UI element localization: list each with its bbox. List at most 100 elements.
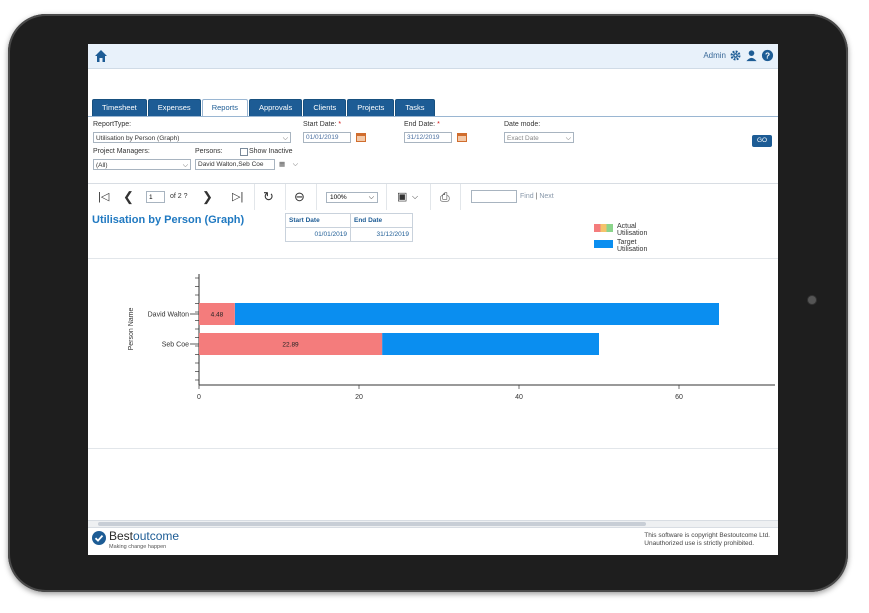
legend-swatch-actual — [594, 224, 613, 232]
page-number-input[interactable]: 1 — [146, 191, 165, 203]
tab-reports[interactable]: Reports — [201, 99, 248, 116]
home-icon[interactable] — [94, 49, 108, 63]
start-date-header: Start Date — [285, 213, 351, 228]
report-type-select[interactable]: Utilisation by Person (Graph) ⌵ — [93, 132, 291, 143]
start-date-label: Start Date: * — [303, 121, 342, 128]
find-controls: Find | Next — [520, 193, 554, 200]
persons-input[interactable]: David Walton,Seb Coe — [195, 159, 275, 170]
end-date-label: End Date: * — [404, 121, 440, 128]
end-date-input[interactable]: 31/12/2019 — [404, 132, 452, 143]
checkmark-logo-icon — [92, 531, 106, 545]
tab-expenses[interactable]: Expenses — [147, 99, 201, 116]
date-mode-value: Exact Date — [507, 135, 539, 142]
x-tick-label: 60 — [675, 394, 683, 401]
toolbar-divider — [430, 184, 431, 210]
main-tabs: Timesheet Expenses Reports Approvals Cli… — [92, 99, 435, 117]
chevron-down-icon[interactable]: ⌵ — [412, 184, 418, 210]
scrollbar-thumb[interactable] — [98, 522, 646, 526]
help-icon[interactable]: ? — [761, 49, 774, 62]
go-button[interactable]: GO — [752, 135, 772, 147]
toolbar-divider — [460, 184, 461, 210]
first-page-icon[interactable]: |◁ — [98, 184, 109, 210]
end-date-value: 31/12/2019 — [350, 227, 413, 242]
report-body: Utilisation by Person (Graph) Start Date… — [88, 210, 778, 520]
chevron-down-icon: ⌵ — [565, 135, 571, 142]
date-mode-label: Date mode: — [504, 121, 541, 128]
copyright-notice: This software is copyright Bestoutcome L… — [644, 532, 770, 547]
toolbar-divider — [254, 184, 255, 210]
report-filter-form: ReportType: Utilisation by Person (Graph… — [88, 117, 778, 183]
find-input[interactable] — [471, 190, 517, 203]
persons-picker[interactable]: ▦ ⌵ — [277, 159, 300, 170]
tab-clients[interactable]: Clients — [303, 99, 347, 116]
x-tick-label: 40 — [515, 394, 523, 401]
bar-data-label: 22.89 — [282, 342, 299, 349]
chart-bottom-divider — [88, 448, 778, 449]
print-icon[interactable]: ⎙ — [440, 184, 450, 210]
zoom-value: 100% — [330, 194, 347, 201]
page-count: of 2 ? — [170, 193, 188, 200]
back-icon[interactable]: ⊖ — [294, 184, 305, 210]
legend-label: Actual Utilisation — [617, 223, 648, 237]
show-inactive-checkbox[interactable] — [240, 148, 248, 156]
target-utilisation-bar — [382, 333, 599, 355]
footer: Bestoutcome Making change happen This so… — [88, 527, 778, 555]
tablet-camera — [808, 296, 816, 304]
chevron-down-icon: ⌵ — [368, 194, 374, 201]
report-type-label: ReportType: — [93, 121, 132, 128]
app-screen: Admin ? Timesheet Expenses Reports Appro… — [88, 44, 778, 555]
last-page-icon[interactable]: ▷| — [232, 184, 243, 210]
brand-tagline: Making change happen — [109, 544, 167, 550]
refresh-icon[interactable]: ↻ — [263, 184, 274, 210]
legend-swatch-target — [594, 240, 613, 248]
category-label: David Walton — [148, 312, 189, 319]
start-date-value: 01/01/2019 — [285, 227, 351, 242]
next-link[interactable]: Next — [539, 193, 553, 200]
prev-page-icon[interactable]: ❮ — [123, 184, 134, 210]
find-separator: | — [535, 193, 538, 200]
chart-top-divider — [88, 258, 778, 259]
x-tick-label: 0 — [197, 394, 201, 401]
bar-data-label: 4.48 — [211, 312, 224, 319]
tab-projects[interactable]: Projects — [347, 99, 395, 116]
brand-logo: Bestoutcome — [109, 529, 180, 543]
calendar-icon[interactable] — [457, 133, 467, 142]
report-date-table: Start Date End Date 01/01/2019 31/12/201… — [285, 213, 413, 242]
top-bar: Admin ? — [88, 44, 778, 69]
admin-link[interactable]: Admin — [703, 51, 726, 60]
save-icon[interactable]: ▣ — [397, 184, 407, 210]
chevron-down-icon: ⌵ — [282, 135, 288, 142]
tab-approvals[interactable]: Approvals — [248, 99, 303, 116]
date-mode-select[interactable]: Exact Date ⌵ — [504, 132, 574, 143]
legend-label: Target Utilisation — [617, 239, 648, 253]
project-managers-label: Project Managers: — [93, 148, 150, 155]
show-inactive-label: Show Inactive — [249, 148, 293, 155]
find-link[interactable]: Find — [520, 193, 534, 200]
category-label: Seb Coe — [162, 342, 189, 349]
utilisation-chart: 0204060Utilisation (%)Person Name4.48Dav… — [128, 274, 775, 401]
toolbar-divider — [316, 184, 317, 210]
report-title: Utilisation by Person (Graph) — [92, 214, 245, 226]
toolbar-divider — [386, 184, 387, 210]
svg-text:?: ? — [765, 50, 770, 60]
project-managers-select[interactable]: (All) ⌵ — [93, 159, 191, 170]
calendar-icon[interactable] — [356, 133, 366, 142]
gear-icon[interactable] — [729, 49, 742, 62]
user-icon[interactable] — [745, 49, 758, 62]
chevron-down-icon: ⌵ — [182, 162, 188, 169]
list-icon: ▦ — [279, 161, 286, 168]
persons-label: Persons: — [195, 148, 223, 155]
toolbar-divider — [285, 184, 286, 210]
end-date-header: End Date — [350, 213, 413, 228]
report-toolbar: |◁ ❮ 1 of 2 ? ❯ ▷| ↻ ⊖ 100% ⌵ ▣ ⌵ ⎙ Find… — [88, 183, 778, 211]
target-utilisation-bar — [234, 303, 719, 325]
tab-tasks[interactable]: Tasks — [395, 99, 435, 116]
y-axis-label: Person Name — [128, 307, 135, 350]
next-page-icon[interactable]: ❯ — [202, 184, 213, 210]
chevron-down-icon: ⌵ — [292, 161, 298, 168]
zoom-select[interactable]: 100% ⌵ — [326, 192, 378, 203]
report-type-value: Utilisation by Person (Graph) — [96, 135, 180, 142]
tab-timesheet[interactable]: Timesheet — [92, 99, 147, 116]
start-date-input[interactable]: 01/01/2019 — [303, 132, 351, 143]
project-managers-value: (All) — [96, 162, 108, 169]
